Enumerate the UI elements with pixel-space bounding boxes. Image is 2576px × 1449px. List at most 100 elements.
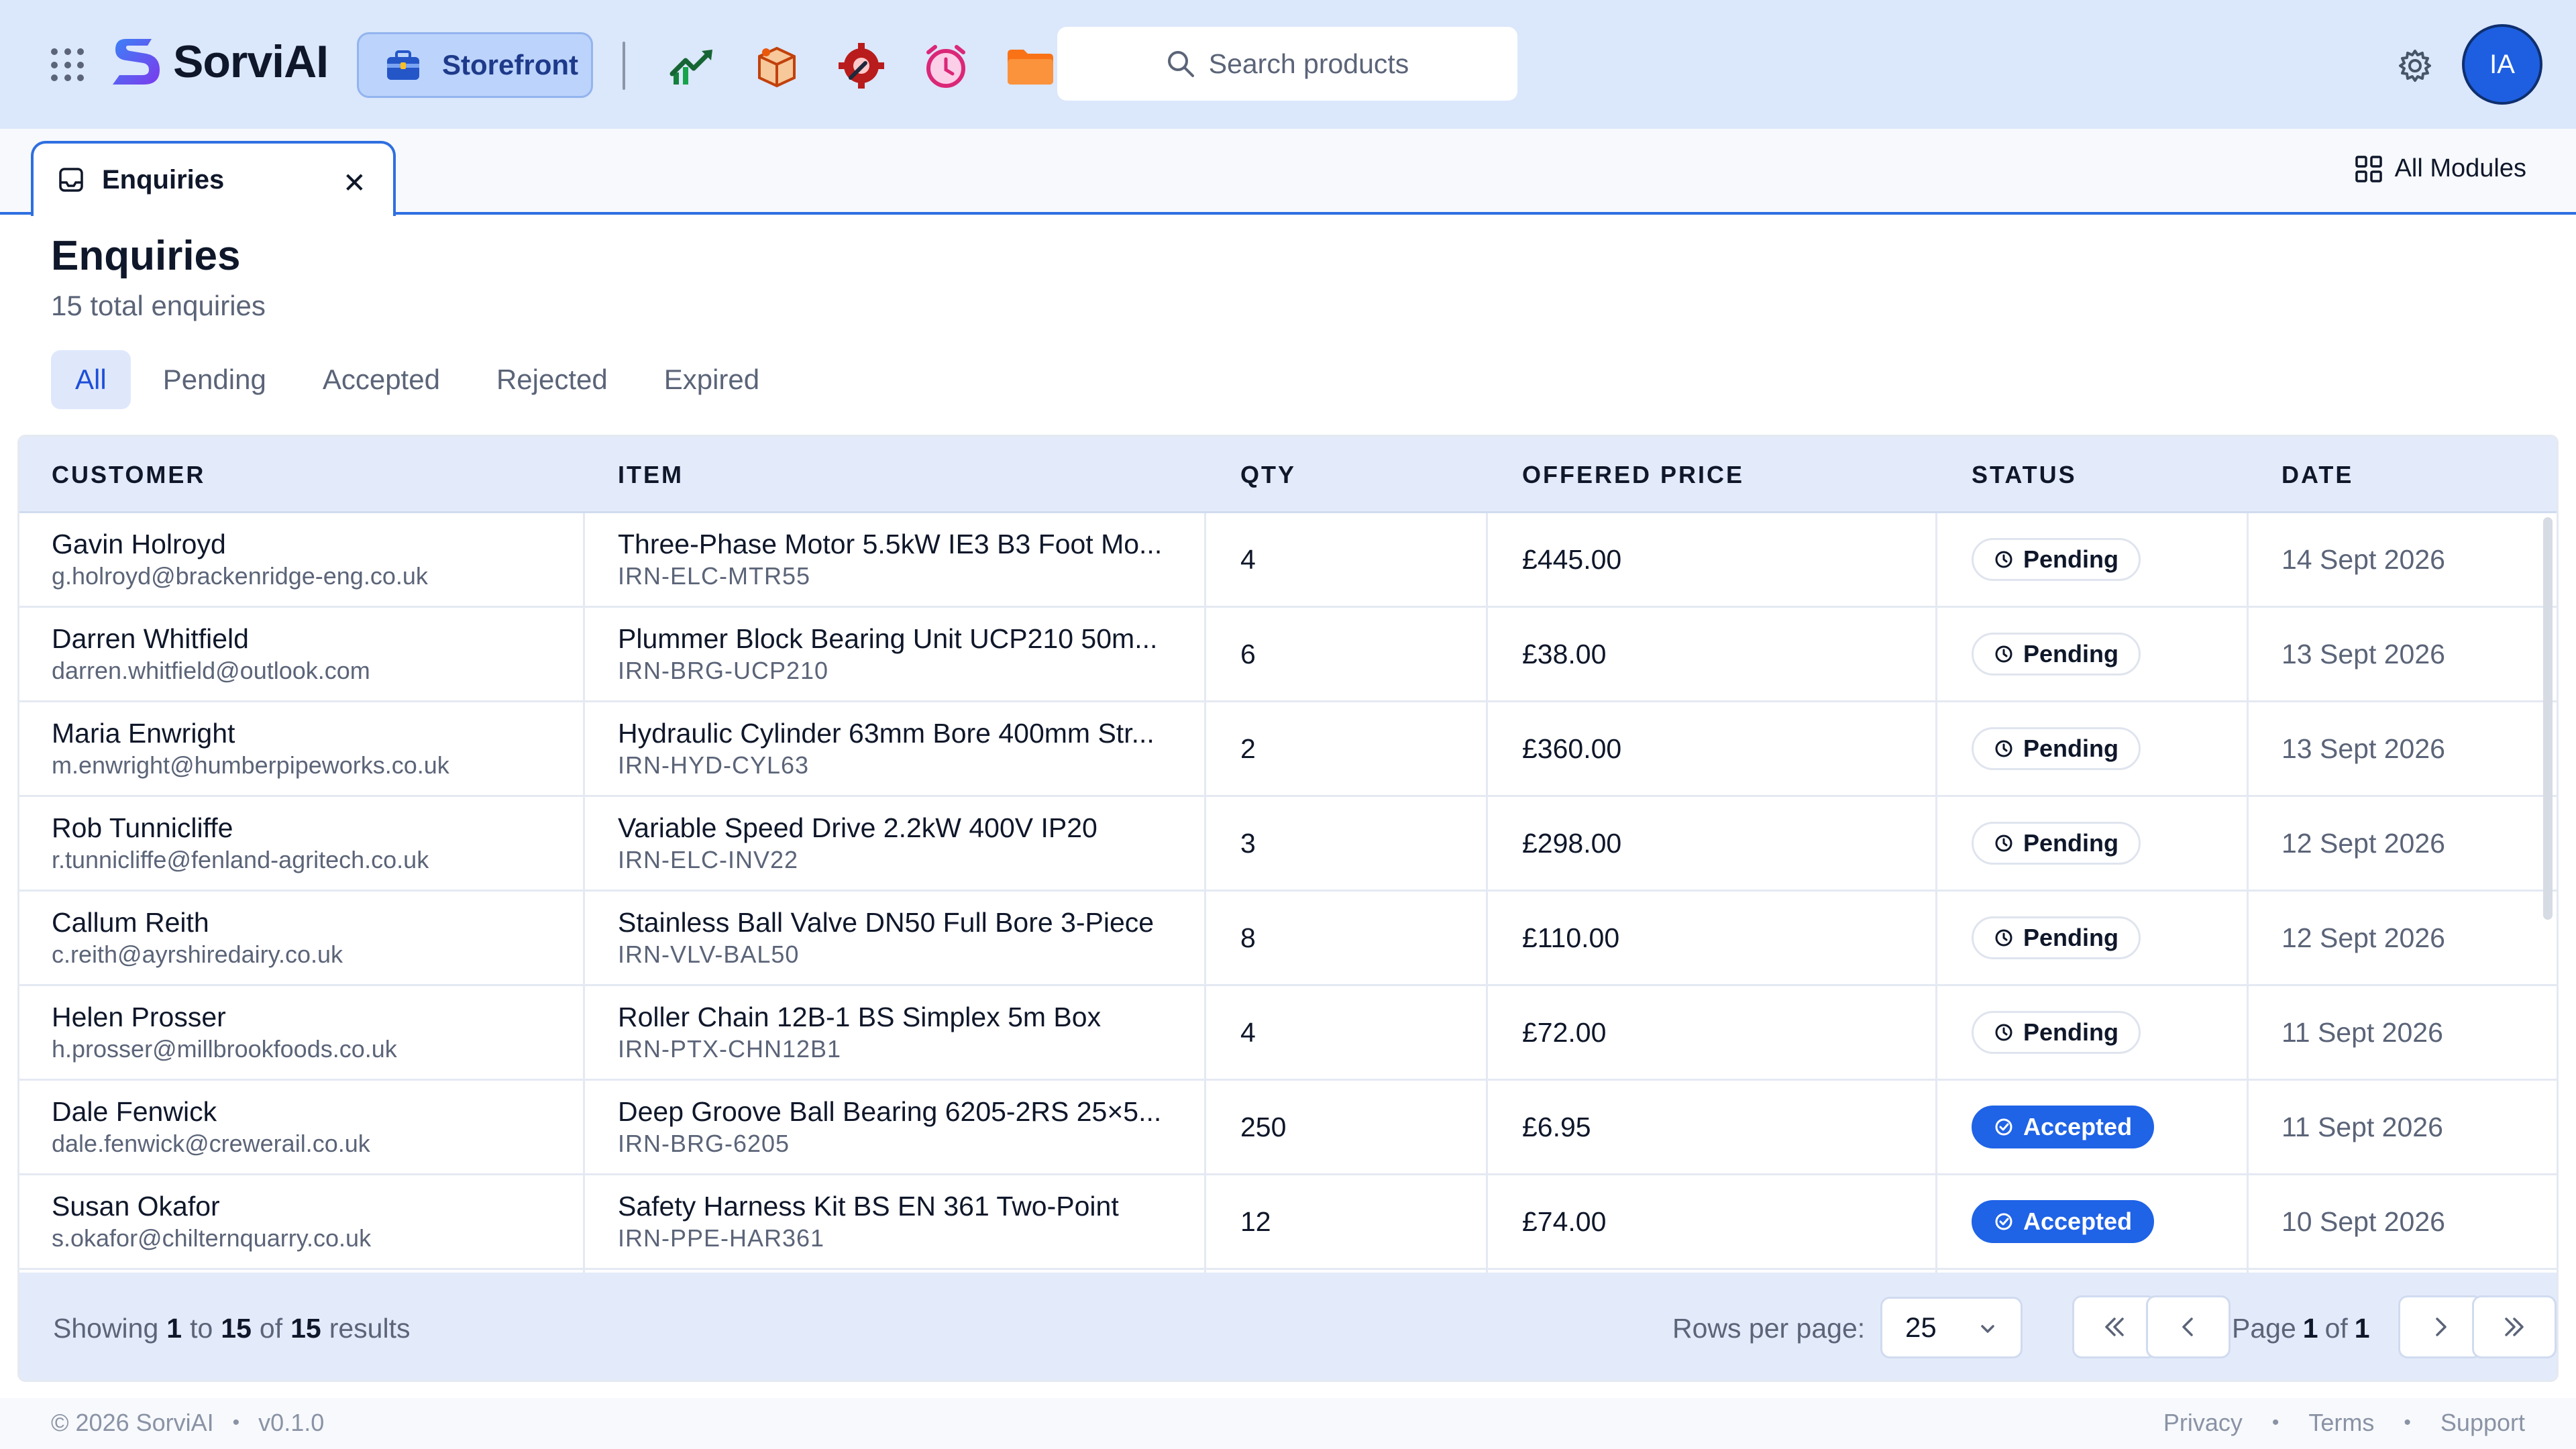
price-cell: £74.00 (1522, 1175, 1606, 1268)
enquiry-date: 10 Sept 2026 (2282, 1205, 2445, 1237)
table-row[interactable]: Callum Reith c.reith@ayrshiredairy.co.uk S… (19, 892, 2557, 986)
qty-cell: 2 (1240, 702, 1256, 795)
gear-wrench-icon[interactable] (836, 40, 887, 91)
column-header-offered-price[interactable]: OFFERED PRICE (1522, 437, 1744, 513)
rows-per-page-select[interactable]: 25 (1880, 1297, 2023, 1358)
last-page-button[interactable] (2472, 1295, 2557, 1358)
customer-cell: Callum Reith c.reith@ayrshiredairy.co.uk (52, 892, 343, 984)
status-cell: Pending (1972, 986, 2141, 1079)
copyright-text: © 2026 SorviAI (51, 1409, 214, 1436)
column-header-item[interactable]: ITEM (618, 437, 684, 513)
quantity-value: 3 (1240, 827, 1256, 859)
status-badge: Pending (1972, 916, 2141, 959)
privacy-link[interactable]: Privacy (2163, 1409, 2243, 1437)
filter-rejected[interactable]: Rejected (472, 350, 632, 409)
page-title: Enquiries (51, 233, 241, 279)
item-cell: Stainless Ball Valve DN50 Full Bore 3-Pi… (618, 892, 1154, 984)
table-row[interactable]: Dale Fenwick dale.fenwick@crewerail.co.uk… (19, 1081, 2557, 1175)
customer-email: m.enwright@humberpipeworks.co.uk (52, 751, 449, 779)
footer-meta: © 2026 SorviAI • v0.1.0 (51, 1409, 324, 1437)
table-row[interactable]: Rob Tunnicliffe r.tunnicliffe@fenland-agr… (19, 797, 2557, 892)
next-page-button[interactable] (2398, 1295, 2483, 1358)
alarm-clock-icon[interactable] (920, 40, 971, 91)
column-header-qty[interactable]: QTY (1240, 437, 1296, 513)
support-link[interactable]: Support (2440, 1409, 2525, 1437)
item-cell: Hydraulic Cylinder 63mm Bore 400mm Str..… (618, 702, 1155, 795)
offered-price-value: £6.95 (1522, 1111, 1591, 1142)
app-launcher-icon[interactable] (51, 48, 85, 82)
customer-name: Helen Prosser (52, 1002, 226, 1032)
previous-page-button[interactable] (2146, 1295, 2231, 1358)
close-tab-icon[interactable]: ✕ (343, 166, 366, 199)
status-badge: Pending (1972, 1011, 2141, 1054)
customer-name: Darren Whitfield (52, 623, 249, 654)
item-sku: IRN-ELC-INV22 (618, 846, 799, 873)
status-filter-tabs: All Pending Accepted Rejected Expired (51, 350, 792, 409)
filter-all[interactable]: All (51, 350, 131, 409)
filter-pending[interactable]: Pending (139, 350, 290, 409)
table-row[interactable]: Gavin Holroyd g.holroyd@brackenridge-eng.… (19, 513, 2557, 608)
user-avatar[interactable]: IA (2462, 24, 2542, 105)
item-sku: IRN-PTX-CHN12B1 (618, 1035, 842, 1063)
box-package-icon[interactable] (751, 40, 802, 91)
qty-cell: 8 (1240, 892, 1256, 984)
terms-link[interactable]: Terms (2308, 1409, 2374, 1437)
clock-icon (1995, 1024, 2012, 1041)
date-cell: 11 Sept 2026 (2282, 1081, 2443, 1173)
top-bar: SorviAI Storefront Search products IA (0, 0, 2576, 129)
status-label: Accepted (2023, 1113, 2133, 1140)
price-cell: £38.00 (1522, 608, 1606, 700)
clock-icon (1995, 551, 2012, 568)
table-row[interactable]: Susan Okafor s.okafor@chilternquarry.co.u… (19, 1175, 2557, 1270)
item-cell: Plummer Block Bearing Unit UCP210 50m...… (618, 608, 1157, 700)
qty-cell: 12 (1240, 1175, 1271, 1268)
chevron-left-icon (2182, 1318, 2193, 1336)
offered-price-value: £298.00 (1522, 827, 1622, 859)
column-header-status[interactable]: STATUS (1972, 437, 2077, 513)
clock-icon (1995, 645, 2012, 663)
brand-logo[interactable]: SorviAI (110, 34, 329, 90)
page-footer: © 2026 SorviAI • v0.1.0 Privacy • Terms … (0, 1398, 2576, 1449)
table-row[interactable]: Helen Prosser h.prosser@millbrookfoods.co… (19, 986, 2557, 1081)
table-row[interactable]: Darren Whitfield darren.whitfield@outlook… (19, 608, 2557, 702)
date-cell: 10 Sept 2026 (2282, 1175, 2445, 1268)
item-name: Deep Groove Ball Bearing 6205-2RS 25×5..… (618, 1096, 1162, 1127)
customer-name: Dale Fenwick (52, 1096, 217, 1127)
date-cell: 11 Sept 2026 (2282, 986, 2443, 1079)
date-cell: 13 Sept 2026 (2282, 702, 2445, 795)
date-cell: 12 Sept 2026 (2282, 892, 2445, 984)
enquiry-date: 12 Sept 2026 (2282, 922, 2445, 953)
table-scrollbar[interactable] (2543, 517, 2553, 920)
status-cell: Accepted (1972, 1175, 2155, 1268)
offered-price-value: £74.00 (1522, 1205, 1607, 1237)
item-name: Variable Speed Drive 2.2kW 400V IP20 (618, 812, 1097, 843)
clock-icon (1995, 835, 2012, 852)
all-modules-button[interactable]: All Modules (2355, 154, 2526, 183)
first-page-button[interactable] (2072, 1295, 2157, 1358)
item-name: Roller Chain 12B-1 BS Simplex 5m Box (618, 1002, 1102, 1032)
offered-price-value: £445.00 (1522, 543, 1622, 575)
status-badge: Pending (1972, 727, 2141, 770)
item-name: Safety Harness Kit BS EN 361 Two-Point (618, 1191, 1119, 1222)
status-badge: Accepted (1972, 1200, 2155, 1243)
folder-icon[interactable] (1005, 40, 1056, 91)
filter-accepted[interactable]: Accepted (299, 350, 464, 409)
column-header-date[interactable]: DATE (2282, 437, 2353, 513)
trending-chart-icon[interactable] (668, 40, 719, 91)
status-label: Pending (2023, 640, 2118, 667)
storefront-button[interactable]: Storefront (357, 32, 593, 98)
settings-gear-icon[interactable] (2396, 47, 2434, 85)
search-input[interactable]: Search products (1057, 27, 1517, 101)
chevrons-left-icon (2105, 1318, 2124, 1336)
qty-cell: 4 (1240, 513, 1256, 606)
column-header-customer[interactable]: CUSTOMER (52, 437, 205, 513)
separator-dot: • (2404, 1411, 2411, 1434)
tab-enquiries[interactable]: Enquiries ✕ (31, 141, 396, 216)
filter-expired[interactable]: Expired (640, 350, 784, 409)
item-sku: IRN-BRG-UCP210 (618, 657, 829, 684)
rows-per-page-label: Rows per page: (1672, 1312, 1866, 1344)
price-cell: £298.00 (1522, 797, 1621, 890)
table-row[interactable]: Maria Enwright m.enwright@humberpipeworks… (19, 702, 2557, 797)
quantity-value: 2 (1240, 733, 1256, 764)
current-page: 1 (2302, 1312, 2318, 1344)
